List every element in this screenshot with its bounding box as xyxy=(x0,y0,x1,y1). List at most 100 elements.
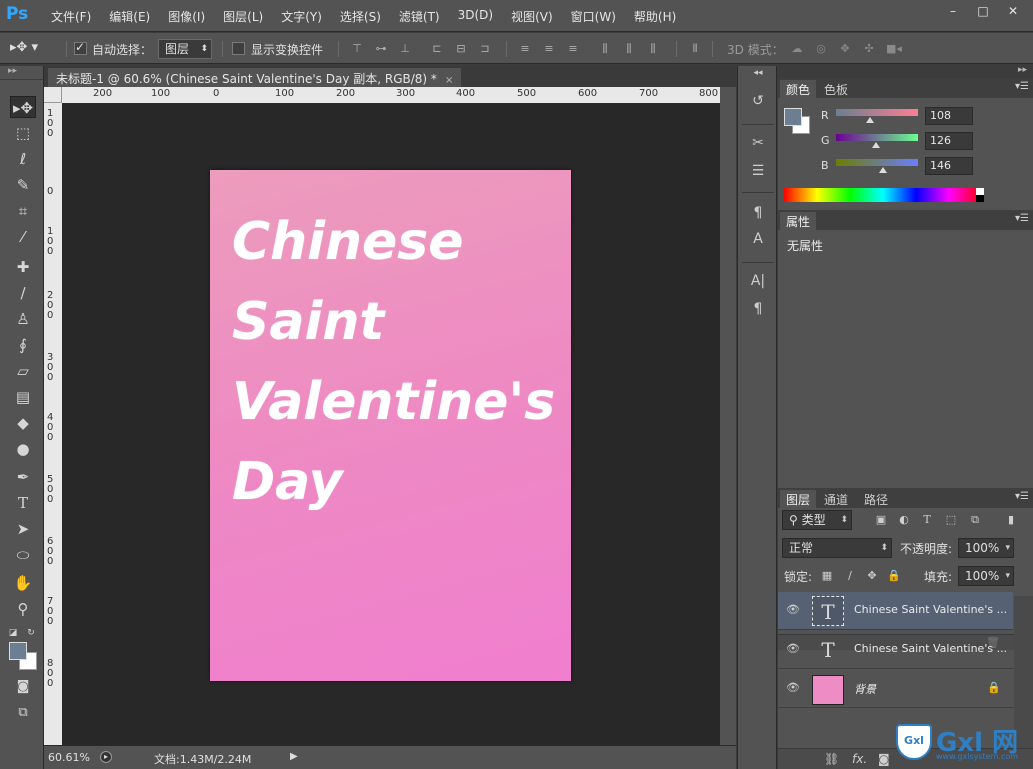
red-value-input[interactable]: 108 xyxy=(925,107,973,125)
3d-rotate-icon[interactable]: ☁ xyxy=(790,42,804,56)
layer-name[interactable]: Chinese Saint Valentine's ... xyxy=(854,603,1006,616)
menu-filter[interactable]: 滤镜(T) xyxy=(390,8,449,25)
ruler-vertical[interactable]: 100 0 100 200 300 400 500 600 700 800 xyxy=(44,103,62,745)
status-info-icon[interactable]: ▸ xyxy=(100,751,112,763)
mask-icon[interactable]: ◙ xyxy=(878,752,890,766)
filter-shape-icon[interactable]: ⬚ xyxy=(944,513,958,527)
brush-presets-icon[interactable]: ✂ xyxy=(746,132,770,154)
menu-edit[interactable]: 编辑(E) xyxy=(100,8,159,25)
blur-tool-icon[interactable]: ◆ xyxy=(10,412,36,434)
distribute-right-icon[interactable]: ⫼ xyxy=(646,42,660,56)
menu-3d[interactable]: 3D(D) xyxy=(449,8,502,25)
ruler-horizontal[interactable]: 200 100 0 100 200 300 400 500 600 700 80… xyxy=(62,87,720,103)
align-left-icon[interactable]: ⊏ xyxy=(430,42,444,56)
black-white-ramp[interactable] xyxy=(976,188,984,202)
dock-expand-icon[interactable]: ◂◂ xyxy=(746,66,770,80)
panel-menu-icon[interactable]: ▾☰ xyxy=(1015,491,1029,502)
lock-position-icon[interactable]: ✥ xyxy=(865,569,879,583)
tab-channels[interactable]: 通道 xyxy=(818,490,854,508)
foreground-color-swatch[interactable] xyxy=(9,642,27,660)
panel-menu-icon[interactable]: ▾☰ xyxy=(1015,213,1029,224)
fill-input[interactable]: 100% ▾ xyxy=(958,566,1014,586)
path-select-tool-icon[interactable]: ➤ xyxy=(10,518,36,540)
dock-collapse-icon[interactable]: ▸▸ xyxy=(1018,65,1027,75)
tab-paths[interactable]: 路径 xyxy=(858,490,894,508)
align-vcenter-icon[interactable]: ⊶ xyxy=(374,42,388,56)
pen-tool-icon[interactable]: ✒ xyxy=(10,466,36,488)
lock-pixels-icon[interactable]: ∕ xyxy=(843,569,857,583)
quick-select-tool-icon[interactable]: ✎ xyxy=(10,174,36,196)
green-value-input[interactable]: 126 xyxy=(925,132,973,150)
green-slider-thumb[interactable] xyxy=(872,142,881,148)
menu-window[interactable]: 窗口(W) xyxy=(562,8,625,25)
distribute-vcenter-icon[interactable]: ≡ xyxy=(542,42,556,56)
layer-name[interactable]: Chinese Saint Valentine's ... xyxy=(854,642,1006,655)
red-slider-thumb[interactable] xyxy=(866,117,875,123)
eye-icon[interactable]: 👁 xyxy=(786,603,800,617)
healing-tool-icon[interactable]: ✚ xyxy=(10,256,36,278)
tab-color[interactable]: 颜色 xyxy=(780,80,817,98)
filter-toggle-icon[interactable]: ▮ xyxy=(1004,513,1018,527)
fx-icon[interactable]: fx. xyxy=(852,752,867,766)
marquee-tool-icon[interactable]: ⬚ xyxy=(10,122,36,144)
dodge-tool-icon[interactable]: ● xyxy=(10,438,36,460)
zoom-level[interactable]: 60.61% xyxy=(48,751,90,764)
type-tool-icon[interactable]: T xyxy=(10,492,36,514)
filter-smart-object-icon[interactable]: ⧉ xyxy=(968,513,982,527)
distribute-left-icon[interactable]: ⫼ xyxy=(598,42,612,56)
hand-tool-icon[interactable]: ✋ xyxy=(10,572,36,594)
filter-adjustment-icon[interactable]: ◐ xyxy=(897,513,911,527)
menu-help[interactable]: 帮助(H) xyxy=(625,8,685,25)
toolbox-collapse-icon[interactable]: ▸▸ xyxy=(0,66,43,80)
align-right-icon[interactable]: ⊐ xyxy=(478,42,492,56)
canvas-area[interactable]: Chinese Saint Valentine's Day xyxy=(62,103,720,745)
gradient-tool-icon[interactable]: ▤ xyxy=(10,386,36,408)
brush-tool-icon[interactable]: ∕ xyxy=(10,282,36,304)
eyedropper-tool-icon[interactable]: ⁄ xyxy=(10,226,36,248)
move-tool-preset-icon[interactable]: ▸✥ ▾ xyxy=(10,40,38,55)
distribute-top-icon[interactable]: ≡ xyxy=(518,42,532,56)
red-slider[interactable] xyxy=(836,109,918,116)
history-brush-tool-icon[interactable]: ∮ xyxy=(10,334,36,356)
lock-transparent-icon[interactable]: ▦ xyxy=(820,569,834,583)
document-tab[interactable]: 未标题-1 @ 60.6% (Chinese Saint Valentine's… xyxy=(48,68,462,87)
default-colors-icon[interactable]: ◪ xyxy=(6,622,20,644)
lasso-tool-icon[interactable]: ℓ xyxy=(10,148,36,170)
auto-select-checkbox[interactable] xyxy=(74,40,87,55)
3d-slide-icon[interactable]: ✣ xyxy=(862,42,876,56)
eye-icon[interactable]: 👁 xyxy=(786,642,800,656)
blue-slider-thumb[interactable] xyxy=(878,167,887,173)
auto-select-target-dropdown[interactable]: 图层 ⬍ xyxy=(158,39,212,59)
menu-view[interactable]: 视图(V) xyxy=(502,8,562,25)
move-tool-icon[interactable]: ▸✥ xyxy=(10,96,36,118)
color-spectrum-ramp[interactable] xyxy=(784,188,982,202)
swap-colors-icon[interactable]: ↻ xyxy=(24,622,38,644)
maximize-button[interactable]: □ xyxy=(969,2,997,20)
menu-layer[interactable]: 图层(L) xyxy=(214,8,272,25)
character-panel-icon[interactable]: A| xyxy=(746,270,770,292)
distribute-bottom-icon[interactable]: ≡ xyxy=(566,42,580,56)
distribute-hcenter-icon[interactable]: ⫼ xyxy=(622,42,636,56)
character-styles-icon[interactable]: A xyxy=(746,228,770,250)
quick-mask-icon[interactable]: ◙ xyxy=(10,676,36,698)
close-window-button[interactable]: ✕ xyxy=(999,2,1027,20)
layer-name[interactable]: 背景 xyxy=(854,681,1006,697)
menu-image[interactable]: 图像(I) xyxy=(159,8,214,25)
ruler-origin[interactable] xyxy=(44,87,62,103)
3d-drag-icon[interactable]: ✥ xyxy=(838,42,852,56)
lock-all-icon[interactable]: 🔒 xyxy=(887,569,901,583)
show-transform-checkbox[interactable] xyxy=(232,42,245,55)
document-scrollbar[interactable] xyxy=(720,87,736,745)
blue-value-input[interactable]: 146 xyxy=(925,157,973,175)
3d-roll-icon[interactable]: ◎ xyxy=(814,42,828,56)
align-bottom-icon[interactable]: ⊥ xyxy=(398,42,412,56)
color-panel-foreground-swatch[interactable] xyxy=(784,108,802,126)
filter-type-icon[interactable]: T xyxy=(920,513,934,527)
crop-tool-icon[interactable]: ⌗ xyxy=(10,200,36,222)
align-top-icon[interactable]: ⊤ xyxy=(350,42,364,56)
tab-swatches[interactable]: 色板 xyxy=(818,80,854,98)
blend-mode-dropdown[interactable]: 正常 ⬍ xyxy=(782,538,892,558)
stamp-tool-icon[interactable]: ♙ xyxy=(10,308,36,330)
green-slider[interactable] xyxy=(836,134,918,141)
menu-type[interactable]: 文字(Y) xyxy=(272,8,331,25)
